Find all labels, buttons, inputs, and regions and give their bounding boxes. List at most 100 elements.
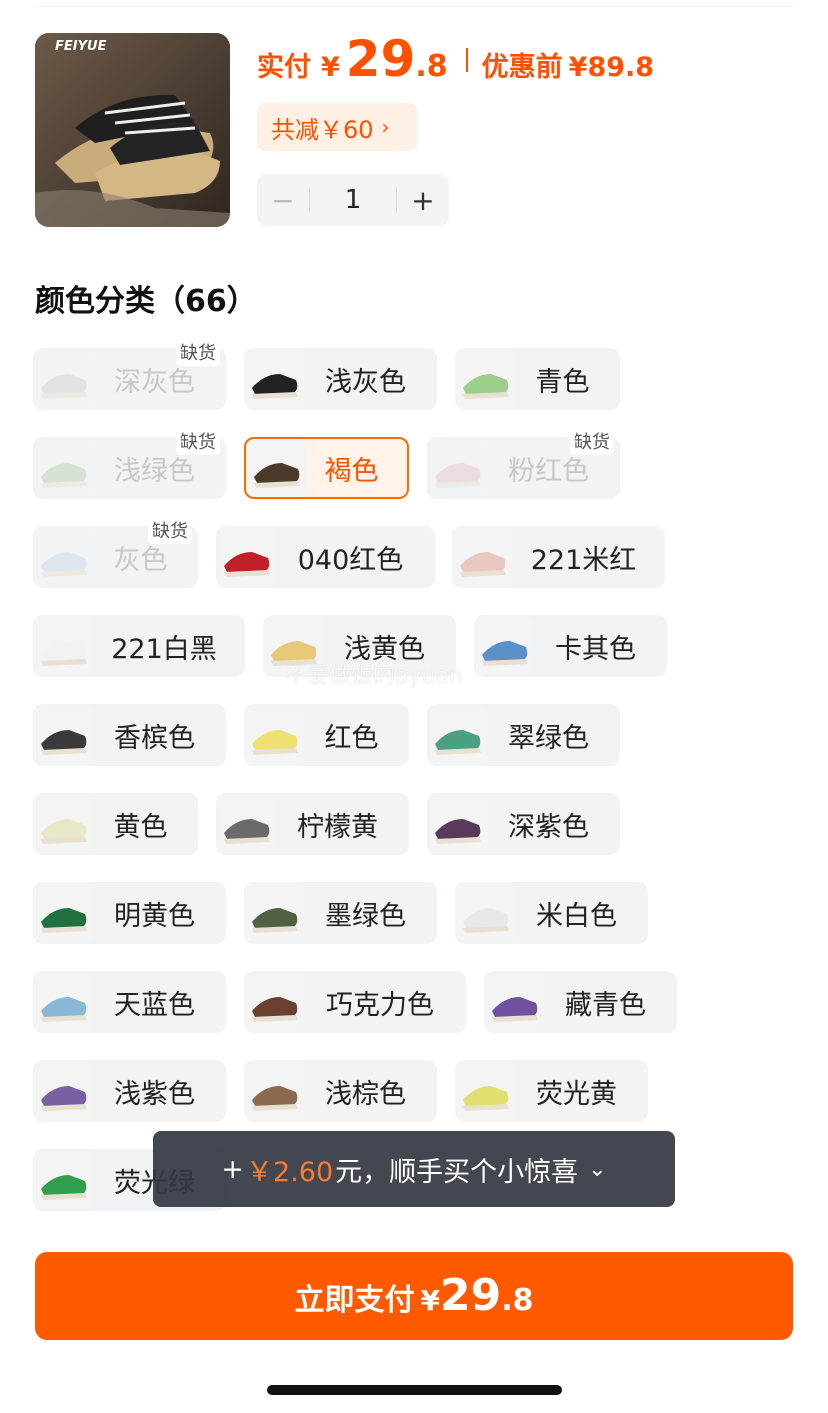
variant-chip[interactable]: 明黄色	[33, 882, 226, 944]
variant-thumbnail	[246, 884, 304, 942]
variant-thumbnail	[486, 973, 544, 1031]
variant-label: 柠檬黄	[297, 811, 378, 843]
variant-thumbnail	[35, 706, 93, 764]
variant-thumbnail	[35, 1151, 93, 1209]
variant-chip[interactable]: 粉红色 缺货	[427, 427, 620, 499]
decrement-button[interactable]: −	[257, 184, 309, 217]
variant-chip[interactable]: 荧光黄	[455, 1060, 648, 1122]
variant-thumbnail	[35, 973, 93, 1031]
variant-thumbnail	[429, 795, 487, 853]
variant-thumbnail	[35, 1062, 93, 1120]
variant-chip[interactable]: 浅紫色	[33, 1060, 226, 1122]
variant-label: 221米红	[530, 544, 637, 576]
variant-thumbnail	[218, 795, 276, 853]
variant-thumbnail	[218, 528, 276, 586]
variant-chip[interactable]: 深灰色 缺货	[33, 338, 226, 410]
variant-label: 红色	[324, 722, 379, 754]
variant-label: 天蓝色	[114, 989, 195, 1021]
variant-chip[interactable]: 米白色	[455, 882, 648, 944]
variant-chip[interactable]: 卡其色	[474, 615, 667, 677]
variant-thumbnail	[246, 973, 304, 1031]
out-of-stock-badge: 缺货	[176, 338, 220, 366]
price-decimal: .8	[415, 49, 448, 84]
actual-price-label: 实付	[257, 52, 311, 83]
variant-chip[interactable]: 巧克力色	[244, 971, 466, 1033]
variant-label: 卡其色	[555, 633, 636, 665]
variant-thumbnail	[35, 617, 93, 675]
pay-currency: ¥	[420, 1284, 440, 1317]
variant-label: 翠绿色	[508, 722, 589, 754]
variant-chip[interactable]: 深紫色	[427, 793, 620, 855]
variant-thumbnail	[454, 528, 512, 586]
home-indicator	[267, 1385, 562, 1395]
variant-thumbnail	[429, 439, 487, 497]
brand-logo: FEIYUE	[55, 39, 107, 54]
original-price-value: ¥89.8	[568, 52, 655, 83]
variant-thumbnail	[476, 617, 534, 675]
original-price-label: 优惠前	[481, 52, 563, 83]
variant-thumbnail	[35, 350, 93, 408]
variant-thumbnail	[457, 1062, 515, 1120]
increment-button[interactable]: +	[397, 184, 449, 217]
variant-chip[interactable]: 香槟色	[33, 704, 226, 766]
variant-chip[interactable]: 天蓝色	[33, 971, 226, 1033]
pay-decimal: .8	[501, 1283, 534, 1318]
variant-thumbnail	[35, 528, 93, 586]
currency-symbol: ¥	[321, 52, 340, 83]
pay-integer: 29	[439, 1270, 502, 1321]
toast-text: 元，顺手买个小惊喜	[335, 1156, 579, 1188]
watermark: 不爱做饭的ayuan	[285, 664, 463, 689]
variant-chip[interactable]: 褐色	[244, 437, 409, 499]
variant-thumbnail	[246, 350, 304, 408]
top-divider	[35, 6, 793, 7]
variant-chip[interactable]: 浅绿色 缺货	[33, 427, 226, 499]
price-row: 实付 ¥ 29 .8 优惠前 ¥89.8	[257, 30, 654, 90]
variant-chip[interactable]: 221米红	[452, 526, 665, 588]
variant-label: 褐色	[324, 455, 379, 487]
pay-now-button[interactable]: 立即支付 ¥ 29 .8	[35, 1252, 793, 1340]
variant-chip[interactable]: 221白黑	[33, 615, 245, 677]
variant-thumbnail	[246, 1062, 304, 1120]
variant-label: 浅灰色	[325, 366, 406, 398]
variant-thumbnail	[457, 350, 515, 408]
color-category-title: 颜色分类（66）	[35, 284, 257, 319]
discount-chip[interactable]: 共减￥60 ›	[257, 103, 417, 151]
variant-thumbnail	[35, 795, 93, 853]
variant-chip[interactable]: 040红色	[216, 526, 435, 588]
variant-label: 浅棕色	[325, 1078, 406, 1110]
variant-chip[interactable]: 翠绿色	[427, 704, 620, 766]
variant-thumbnail	[35, 439, 93, 497]
variant-chip[interactable]: 浅灰色	[244, 348, 437, 410]
pay-label: 立即支付	[294, 1283, 415, 1318]
out-of-stock-badge: 缺货	[176, 427, 220, 455]
price-integer: 29	[345, 30, 416, 88]
variant-chip[interactable]: 藏青色	[484, 971, 677, 1033]
toast-prefix: +	[221, 1153, 245, 1185]
variant-chip[interactable]: 浅棕色	[244, 1060, 437, 1122]
variant-thumbnail	[457, 884, 515, 942]
variant-chip[interactable]: 红色	[244, 704, 409, 766]
variant-label: 浅紫色	[114, 1078, 195, 1110]
variant-chip[interactable]: 灰色 缺货	[33, 516, 198, 588]
out-of-stock-badge: 缺货	[148, 516, 192, 544]
variant-chip[interactable]: 柠檬黄	[216, 793, 409, 855]
variant-thumbnail	[429, 706, 487, 764]
variant-chip[interactable]: 青色	[455, 348, 620, 410]
variant-label: 巧克力色	[326, 989, 434, 1021]
upsell-toast[interactable]: + ￥2.60 元，顺手买个小惊喜 ⌄	[153, 1131, 675, 1207]
variant-label: 荧光黄	[536, 1078, 617, 1110]
variant-chip[interactable]: 黄色	[33, 793, 198, 855]
variant-thumbnail	[246, 706, 304, 764]
price-separator	[465, 48, 468, 72]
toast-amount: ￥2.60	[246, 1156, 334, 1188]
discount-text: 共减￥60	[271, 115, 374, 144]
variant-chip[interactable]: 墨绿色	[244, 882, 437, 944]
variant-label: 藏青色	[565, 989, 646, 1021]
variant-label: 040红色	[297, 544, 404, 576]
variant-label: 黄色	[113, 811, 168, 843]
quantity-stepper: − 1 +	[257, 174, 449, 226]
variant-label: 墨绿色	[325, 900, 406, 932]
product-image: FEIYUE	[35, 33, 230, 227]
quantity-value[interactable]: 1	[310, 185, 396, 215]
variant-label: 明黄色	[114, 900, 195, 932]
